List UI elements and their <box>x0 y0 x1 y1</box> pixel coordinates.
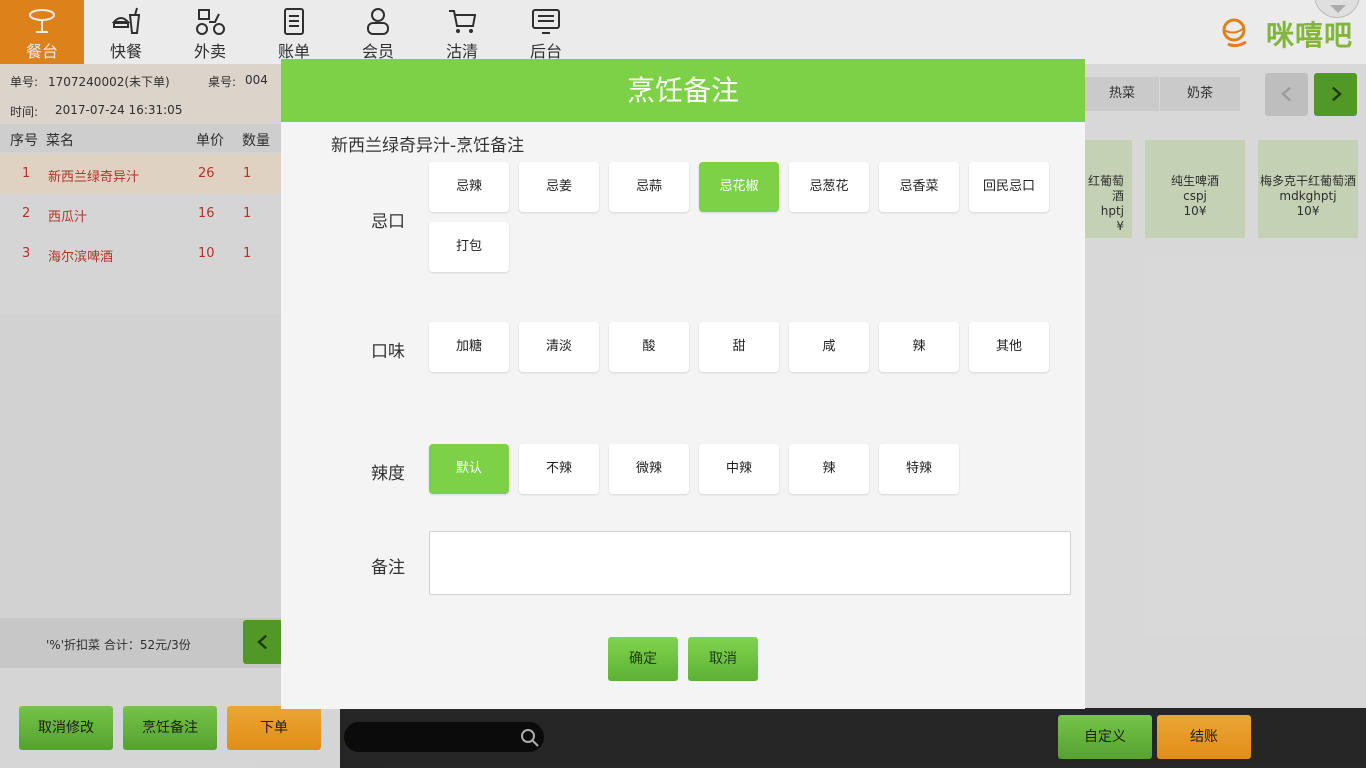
spice-option[interactable]: 辣 <box>789 444 869 494</box>
flavor-option[interactable]: 其他 <box>969 322 1049 372</box>
flavor-option[interactable]: 甜 <box>699 322 779 372</box>
spice-option-selected[interactable]: 默认 <box>429 444 509 494</box>
taboo-option[interactable]: 忌辣 <box>429 162 509 212</box>
remark-label: 备注 <box>371 558 405 578</box>
cancel-button[interactable]: 取消 <box>688 637 758 681</box>
cooking-note-dialog: 烹饪备注 新西兰绿奇异汁-烹饪备注 忌口 忌辣 忌姜 忌蒜 忌花椒 忌葱花 忌香… <box>281 59 1085 709</box>
remark-textarea[interactable] <box>429 531 1071 595</box>
taboo-option[interactable]: 忌姜 <box>519 162 599 212</box>
spice-option[interactable]: 特辣 <box>879 444 959 494</box>
taboo-option[interactable]: 忌蒜 <box>609 162 689 212</box>
flavor-option[interactable]: 咸 <box>789 322 869 372</box>
flavor-label: 口味 <box>371 342 405 362</box>
spice-label: 辣度 <box>371 464 405 484</box>
taboo-option[interactable]: 忌香菜 <box>879 162 959 212</box>
spice-option[interactable]: 不辣 <box>519 444 599 494</box>
taboo-option[interactable]: 忌葱花 <box>789 162 869 212</box>
taboo-option[interactable]: 回民忌口 <box>969 162 1049 212</box>
confirm-button[interactable]: 确定 <box>608 637 678 681</box>
spice-option[interactable]: 微辣 <box>609 444 689 494</box>
dialog-title: 烹饪备注 <box>281 59 1085 122</box>
spice-option[interactable]: 中辣 <box>699 444 779 494</box>
flavor-option[interactable]: 辣 <box>879 322 959 372</box>
flavor-option[interactable]: 酸 <box>609 322 689 372</box>
flavor-option[interactable]: 清淡 <box>519 322 599 372</box>
flavor-option[interactable]: 加糖 <box>429 322 509 372</box>
taboo-label: 忌口 <box>371 212 405 232</box>
taboo-option[interactable]: 打包 <box>429 222 509 272</box>
taboo-option-selected[interactable]: 忌花椒 <box>699 162 779 212</box>
dialog-subtitle: 新西兰绿奇异汁-烹饪备注 <box>331 136 525 156</box>
